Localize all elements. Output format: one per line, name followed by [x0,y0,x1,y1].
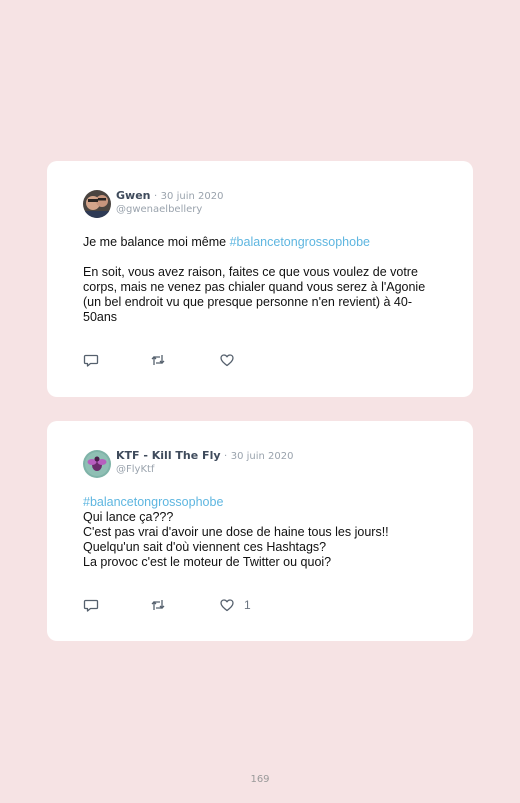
author-name[interactable]: KTF - Kill The Fly [116,449,221,462]
heart-icon [220,354,234,367]
meta-separator: · [153,191,158,202]
tweet-paragraph: Je me balance moi même #balancetongrosso… [83,235,433,250]
tweet-line: La provoc c'est le moteur de Twitter ou … [83,555,332,569]
tweet-meta: KTF - Kill The Fly · 30 juin 2020 @FlyKt… [116,449,293,476]
like-button[interactable] [219,352,235,368]
retweet-button[interactable] [150,352,166,368]
retweet-icon [151,600,165,610]
avatar[interactable] [83,450,111,478]
meta-separator: · [224,451,228,462]
tweet-line: C'est pas vrai d'avoir une dose de haine… [83,525,389,539]
heart-icon [220,599,234,612]
tweet-line: Quelqu'un sait d'où viennent ces Hashtag… [83,540,327,554]
page-number: 169 [250,774,270,785]
tweet-text: #balancetongrossophobe Qui lance ça??? C… [83,495,433,570]
tweet-date[interactable]: 30 juin 2020 [231,451,294,462]
reply-icon [83,599,99,612]
hashtag-link[interactable]: #balancetongrossophobe [230,235,370,249]
tweet-text: Je me balance moi même #balancetongrosso… [83,235,433,325]
like-count: 1 [244,598,251,612]
reply-icon [83,354,99,367]
tweet-text-prefix: Je me balance moi même [83,235,230,249]
tweet-date[interactable]: 30 juin 2020 [161,191,224,202]
retweet-button[interactable] [150,597,166,613]
tweet-line: Qui lance ça??? [83,510,174,524]
author-name[interactable]: Gwen [116,189,150,202]
avatar[interactable] [83,190,111,218]
hashtag-link[interactable]: #balancetongrossophobe [83,495,433,510]
reply-button[interactable] [83,597,99,613]
tweet-meta: Gwen · 30 juin 2020 @gwenaelbellery [116,189,223,216]
author-handle[interactable]: @FlyKtf [116,464,293,476]
retweet-icon [151,355,165,365]
tweet-paragraph: En soit, vous avez raison, faites ce que… [83,265,426,324]
reply-button[interactable] [83,352,99,368]
like-button[interactable]: 1 [219,597,251,613]
tweet-card[interactable]: Gwen · 30 juin 2020 @gwenaelbellery Je m… [47,161,473,397]
author-handle[interactable]: @gwenaelbellery [116,204,223,216]
tweet-card[interactable]: KTF - Kill The Fly · 30 juin 2020 @FlyKt… [47,421,473,641]
